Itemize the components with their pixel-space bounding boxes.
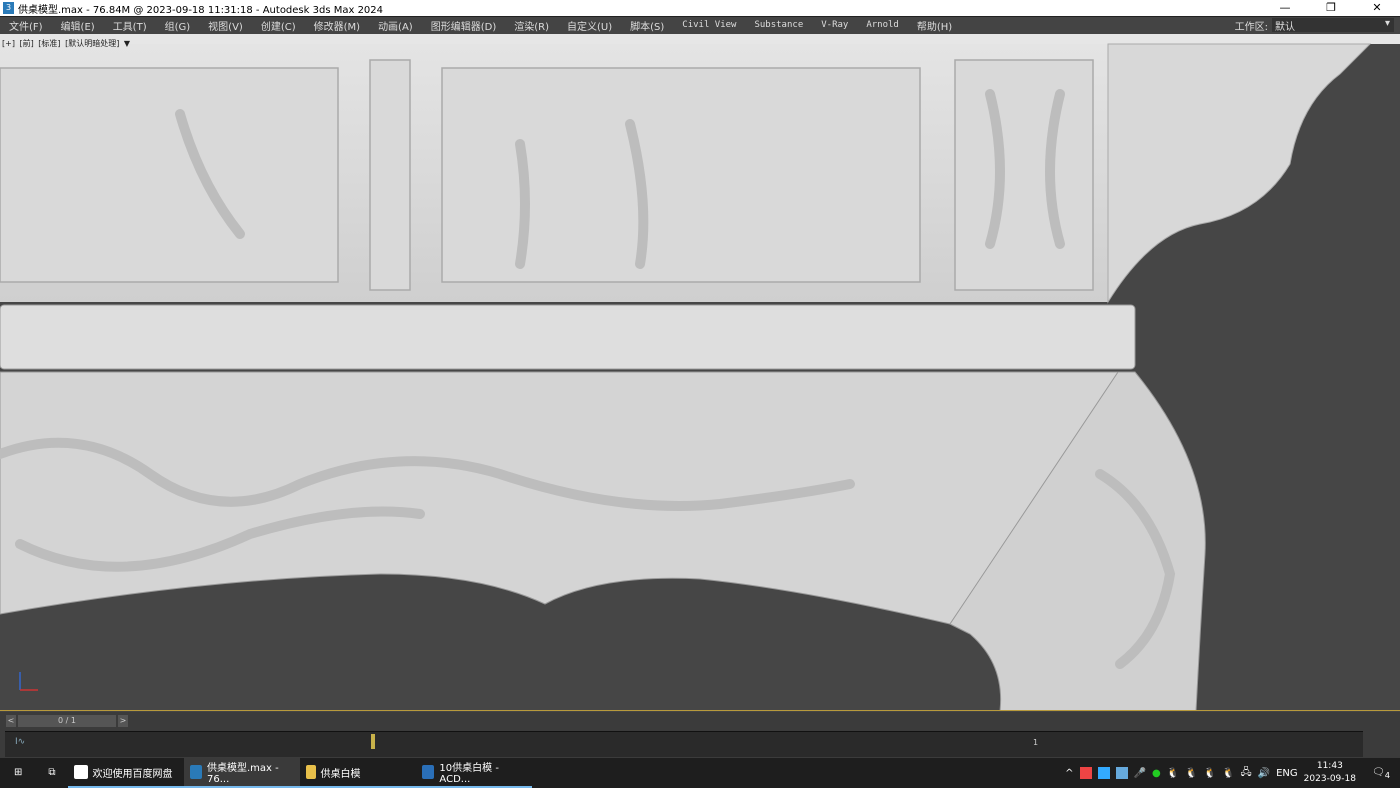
carved-panel-scroll <box>954 59 1094 291</box>
taskbar-item-folder[interactable]: 供桌白模 <box>299 758 416 788</box>
menu-arnold[interactable]: Arnold <box>857 20 908 30</box>
system-tray: ^ 🎤 ● 🐧 🐧 🐧 🐧 🖧 🔊 ENG 11:43 2023-09-18 🗨4 <box>1065 758 1400 788</box>
frame-counter[interactable]: 0 / 1 <box>18 715 116 727</box>
task-view-icon[interactable]: ⧉ <box>36 758 67 788</box>
viewport-front[interactable]: [+] [前] [标准] [默认明暗处理] ▼ <box>0 34 1400 711</box>
menu-substance[interactable]: Substance <box>745 20 812 30</box>
menu-civil-view[interactable]: Civil View <box>673 20 745 30</box>
minimize-icon[interactable]: — <box>1262 0 1308 16</box>
taskbar-label: 供桌模型.max - 76... <box>207 763 279 785</box>
menu-group[interactable]: 组(G) <box>156 18 200 33</box>
qq-icon[interactable]: 🐧 <box>1204 768 1216 779</box>
taskbar-item-3dsmax[interactable]: 供桌模型.max - 76... <box>183 758 300 788</box>
clock-time: 11:43 <box>1316 761 1343 771</box>
chevron-up-icon[interactable]: ^ <box>1065 768 1073 779</box>
microphone-icon[interactable]: 🎤 <box>1134 768 1146 779</box>
chevron-down-icon: ▾ <box>1384 18 1390 29</box>
model-render <box>0 34 1400 710</box>
notification-icon[interactable]: 🗨4 <box>1362 767 1400 780</box>
viewport-preset-label[interactable]: [标准] <box>38 39 60 48</box>
viewport-view-label[interactable]: [前] <box>20 39 34 48</box>
next-frame-button[interactable]: > <box>118 715 128 727</box>
menu-create[interactable]: 创建(C) <box>252 18 305 33</box>
baidu-netdisk-icon[interactable] <box>1115 767 1128 779</box>
viewport-label[interactable]: [+] [前] [标准] [默认明暗处理] ▼ <box>2 38 132 49</box>
carved-panel-figures <box>441 67 921 283</box>
taskbar-item-baidu[interactable]: 欢迎使用百度网盘 <box>67 758 184 788</box>
time-slider-handle[interactable] <box>371 734 375 749</box>
clock-date: 2023-09-18 <box>1303 774 1356 784</box>
menu-help[interactable]: 帮助(H) <box>908 18 961 33</box>
language-indicator[interactable]: ENG <box>1276 768 1298 779</box>
menu-rendering[interactable]: 渲染(R) <box>505 18 558 33</box>
notification-count: 4 <box>1384 769 1390 780</box>
menu-modifiers[interactable]: 修改器(M) <box>305 18 369 33</box>
title-bar: 3 供桌模型.max - 76.84M @ 2023-09-18 11:31:1… <box>0 0 1400 16</box>
menu-animation[interactable]: 动画(A) <box>369 18 422 33</box>
end-frame-tick: 1 <box>1033 738 1039 747</box>
carved-panel-herdboy <box>0 67 339 283</box>
3ds-max-icon <box>189 765 202 779</box>
acdsee-icon <box>421 765 435 779</box>
timeline: < 0 / 1 > I∿ 1 <box>0 712 1400 758</box>
taskbar-label: 10供桌白模 - ACD... <box>439 763 499 785</box>
menu-scripting[interactable]: 脚本(S) <box>621 18 673 33</box>
app-tray-icon[interactable] <box>1097 767 1110 779</box>
menu-tools[interactable]: 工具(T) <box>104 18 156 33</box>
workspace-value: 默认 <box>1275 22 1295 33</box>
menu-graph-editors[interactable]: 图形编辑器(D) <box>422 18 506 33</box>
top-rail <box>0 34 1400 44</box>
3ds-max-icon: 3 <box>3 2 14 14</box>
workspace-label: 工作区: <box>1234 21 1268 33</box>
qq-icon[interactable]: 🐧 <box>1185 768 1197 779</box>
viewport-shading-label[interactable]: [默认明暗处理] <box>65 39 119 48</box>
menu-edit[interactable]: 编辑(E) <box>52 18 104 33</box>
workspace-dropdown[interactable]: 默认 ▾ <box>1272 18 1394 33</box>
menu-customize[interactable]: 自定义(U) <box>558 18 621 33</box>
network-icon[interactable]: 🖧 <box>1241 765 1252 782</box>
app-tray-icon[interactable] <box>1079 767 1092 779</box>
taskbar-label: 欢迎使用百度网盘 <box>92 768 173 780</box>
volume-icon[interactable]: 🔊 <box>1258 768 1270 779</box>
windows-start-icon[interactable]: ⊞ <box>0 758 36 788</box>
axis-tripod-icon <box>19 672 38 691</box>
close-icon[interactable]: ✕ <box>1354 0 1400 16</box>
corner-bracket <box>1107 43 1372 304</box>
carved-panel-plant <box>369 59 411 291</box>
menu-file[interactable]: 文件(F) <box>0 18 52 33</box>
time-slider[interactable]: < 0 / 1 > <box>6 715 128 727</box>
viewport-menu-plus[interactable]: [+] <box>2 39 15 48</box>
baidu-netdisk-icon <box>73 765 88 779</box>
taskbar-label: 供桌白模 <box>320 768 361 780</box>
track-bar[interactable]: I∿ 1 <box>5 731 1363 757</box>
taskbar-item-acdsee[interactable]: 10供桌白模 - ACD... <box>415 758 532 788</box>
menu-bar: 文件(F) 编辑(E) 工具(T) 组(G) 视图(V) 创建(C) 修改器(M… <box>0 16 1400 33</box>
menu-vray[interactable]: V-Ray <box>812 20 857 30</box>
qq-icon[interactable]: 🐧 <box>1167 768 1179 779</box>
curve-editor-icon[interactable]: I∿ <box>15 737 25 747</box>
taskbar: ⊞ ⧉ 欢迎使用百度网盘 供桌模型.max - 76... 供桌白模 10供桌白… <box>0 758 1400 788</box>
prev-frame-button[interactable]: < <box>6 715 16 727</box>
wechat-icon[interactable]: ● <box>1152 768 1161 779</box>
clock[interactable]: 11:43 2023-09-18 <box>1304 760 1356 786</box>
apron-panel <box>0 371 1121 625</box>
window-title: 供桌模型.max - 76.84M @ 2023-09-18 11:31:18 … <box>18 4 384 16</box>
waist-rail <box>0 304 1136 370</box>
restore-icon[interactable]: ❐ <box>1308 0 1354 16</box>
funnel-icon[interactable]: ▼ <box>124 39 130 48</box>
qq-icon[interactable]: 🐧 <box>1222 768 1234 779</box>
menu-views[interactable]: 视图(V) <box>199 18 252 33</box>
folder-icon <box>305 765 316 779</box>
